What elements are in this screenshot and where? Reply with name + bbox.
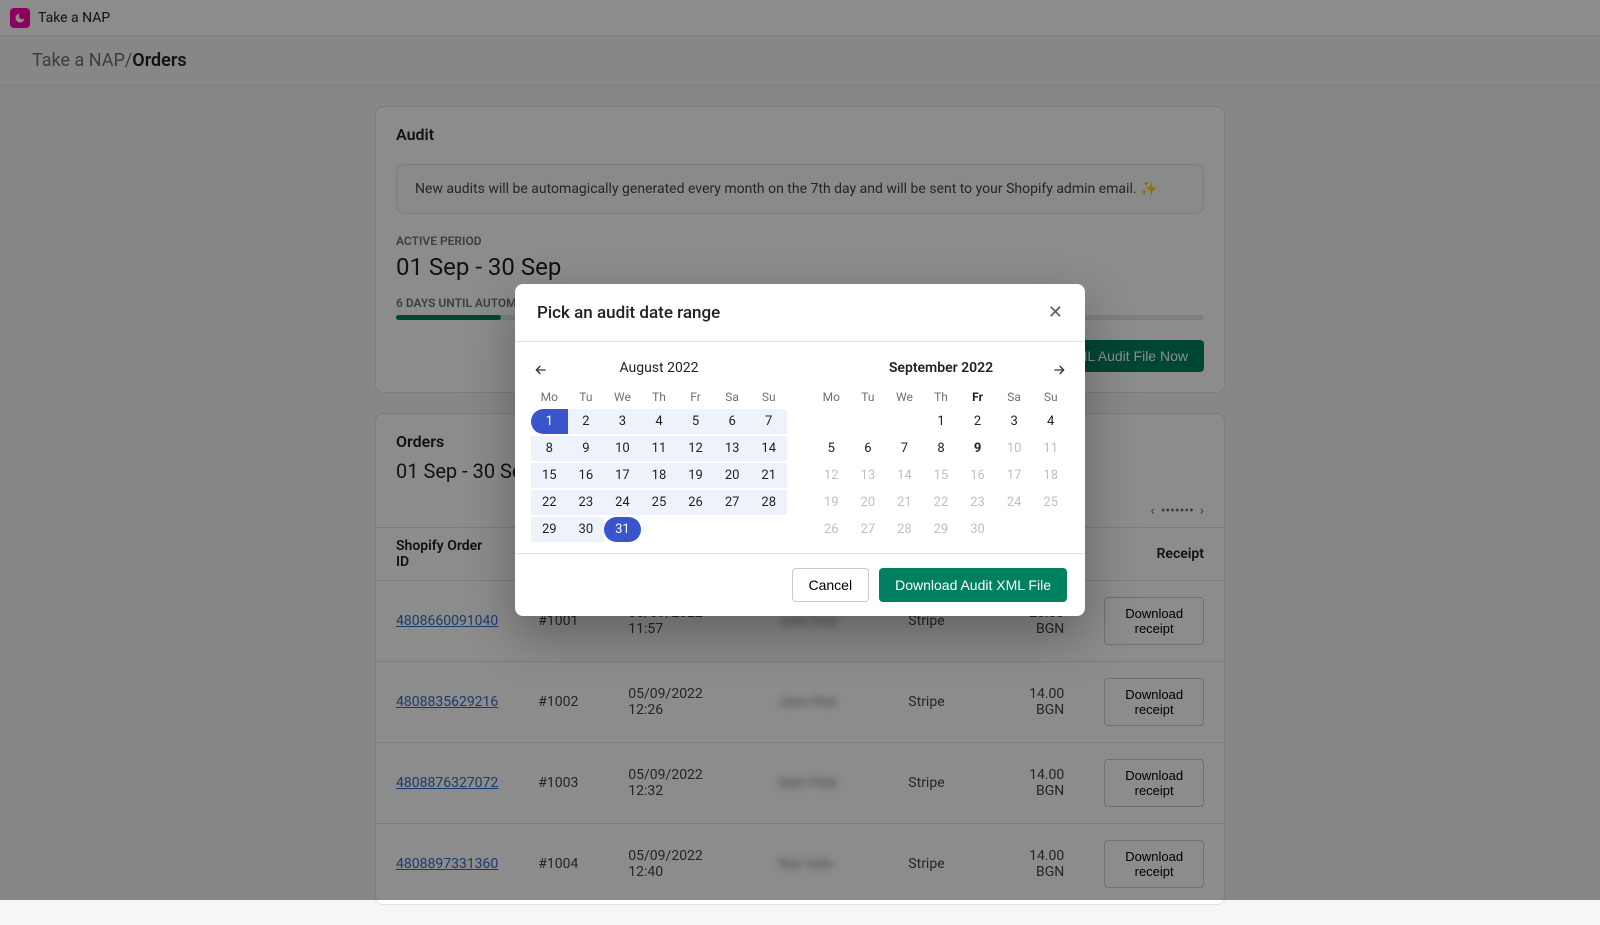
cal-day[interactable]: 9	[959, 436, 996, 461]
modal-title: Pick an audit date range	[537, 303, 720, 323]
calendar-right: MoTuWeThFrSaSu12345678910111213141516171…	[813, 386, 1069, 543]
cal-day[interactable]: 20	[714, 463, 751, 488]
cal-day[interactable]: 3	[996, 409, 1033, 434]
download-xml-button[interactable]: Download Audit XML File	[879, 568, 1067, 602]
cal-day[interactable]: 25	[641, 490, 678, 515]
cal-day[interactable]: 10	[996, 436, 1033, 461]
cal-day[interactable]: 30	[568, 517, 605, 542]
cal-day[interactable]: 13	[714, 436, 751, 461]
cal-dow: Sa	[714, 386, 751, 408]
cal-day[interactable]: 4	[641, 409, 678, 434]
cal-day[interactable]: 19	[677, 463, 714, 488]
cal-day[interactable]: 6	[850, 436, 887, 461]
cal-day[interactable]: 7	[886, 436, 923, 461]
prev-month-button[interactable]	[531, 360, 551, 380]
cal-dow: We	[604, 386, 641, 408]
cal-dow: Mo	[813, 386, 850, 408]
cal-day[interactable]: 11	[1032, 436, 1069, 461]
cal-day[interactable]: 23	[568, 490, 605, 515]
cal-day[interactable]: 26	[677, 490, 714, 515]
cal-day[interactable]: 12	[813, 463, 850, 488]
cancel-button[interactable]: Cancel	[792, 568, 870, 602]
cal-dow: Mo	[531, 386, 568, 408]
cal-day[interactable]: 1	[923, 409, 960, 434]
cal-dow: Su	[750, 386, 787, 408]
cal-day[interactable]: 30	[959, 517, 996, 542]
cal-dow: Sa	[996, 386, 1033, 408]
cal-day[interactable]: 29	[531, 517, 568, 542]
cal-day[interactable]: 23	[959, 490, 996, 515]
cal-day[interactable]: 17	[996, 463, 1033, 488]
cal-day[interactable]: 31	[604, 517, 641, 542]
cal-right-title: September 2022	[813, 360, 1069, 376]
cal-dow: Tu	[850, 386, 887, 408]
close-icon[interactable]: ✕	[1048, 302, 1063, 323]
cal-dow: Fr	[677, 386, 714, 408]
cal-day[interactable]: 15	[531, 463, 568, 488]
cal-day[interactable]: 25	[1032, 490, 1069, 515]
cal-day[interactable]: 24	[604, 490, 641, 515]
cal-day[interactable]: 14	[886, 463, 923, 488]
cal-day[interactable]: 20	[850, 490, 887, 515]
cal-day[interactable]: 9	[568, 436, 605, 461]
cal-day[interactable]: 18	[641, 463, 678, 488]
cal-day[interactable]: 19	[813, 490, 850, 515]
cal-day[interactable]: 7	[750, 409, 787, 434]
cal-day[interactable]: 29	[923, 517, 960, 542]
cal-dow: Th	[923, 386, 960, 408]
cal-day[interactable]: 5	[813, 436, 850, 461]
cal-day[interactable]: 6	[714, 409, 751, 434]
cal-day[interactable]: 22	[531, 490, 568, 515]
cal-day[interactable]: 27	[714, 490, 751, 515]
cal-dow: Su	[1032, 386, 1069, 408]
modal-overlay: Pick an audit date range ✕ August 2022 M…	[0, 0, 1600, 900]
cal-dow: Tu	[568, 386, 605, 408]
date-range-modal: Pick an audit date range ✕ August 2022 M…	[515, 284, 1085, 616]
cal-day[interactable]: 8	[531, 436, 568, 461]
cal-day[interactable]: 15	[923, 463, 960, 488]
cal-day[interactable]: 11	[641, 436, 678, 461]
cal-day[interactable]: 16	[568, 463, 605, 488]
cal-day[interactable]: 22	[923, 490, 960, 515]
cal-day[interactable]: 4	[1032, 409, 1069, 434]
cal-day[interactable]: 10	[604, 436, 641, 461]
next-month-button[interactable]	[1049, 360, 1069, 380]
cal-day[interactable]: 21	[886, 490, 923, 515]
cal-day[interactable]: 12	[677, 436, 714, 461]
cal-day[interactable]: 13	[850, 463, 887, 488]
cal-day[interactable]: 17	[604, 463, 641, 488]
cal-day[interactable]: 28	[886, 517, 923, 542]
cal-day[interactable]: 21	[750, 463, 787, 488]
cal-day[interactable]: 27	[850, 517, 887, 542]
cal-day[interactable]: 14	[750, 436, 787, 461]
cal-day[interactable]: 8	[923, 436, 960, 461]
cal-day[interactable]: 2	[959, 409, 996, 434]
cal-day[interactable]: 3	[604, 409, 641, 434]
cal-day[interactable]: 28	[750, 490, 787, 515]
cal-dow: We	[886, 386, 923, 408]
cal-day[interactable]: 2	[568, 409, 605, 434]
cal-dow: Fr	[959, 386, 996, 408]
cal-day[interactable]: 24	[996, 490, 1033, 515]
cal-left-title: August 2022	[531, 360, 787, 376]
cal-day[interactable]: 5	[677, 409, 714, 434]
cal-dow: Th	[641, 386, 678, 408]
cal-day[interactable]: 16	[959, 463, 996, 488]
cal-day[interactable]: 1	[531, 409, 568, 434]
cal-day[interactable]: 18	[1032, 463, 1069, 488]
calendar-left: MoTuWeThFrSaSu12345678910111213141516171…	[531, 386, 787, 543]
cal-day[interactable]: 26	[813, 517, 850, 542]
